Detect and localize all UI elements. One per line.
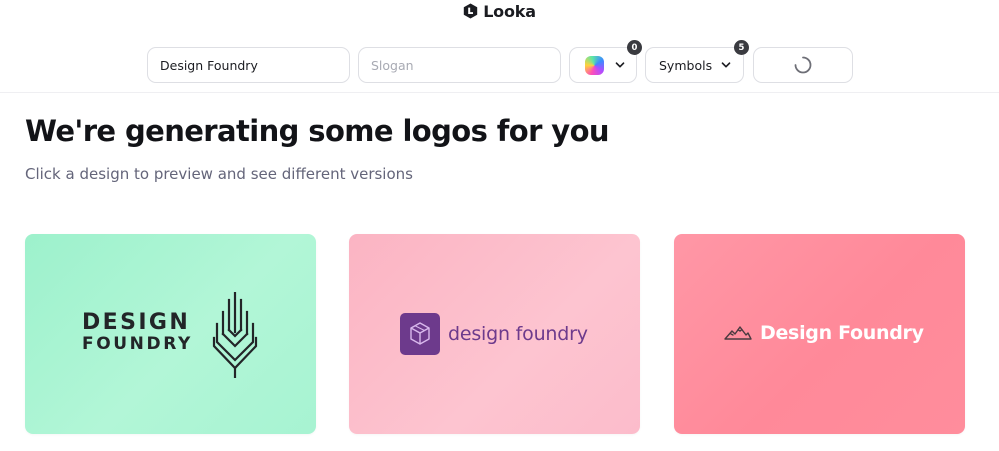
- color-count-badge: 0: [627, 40, 642, 55]
- company-name-input[interactable]: [160, 57, 337, 73]
- chevron-down-icon: [721, 62, 731, 68]
- hexagon-cube-badge-icon: [400, 313, 440, 355]
- looka-logo-icon: [463, 3, 478, 19]
- logo-name-line-1: DESIGN: [82, 310, 191, 335]
- logo-card[interactable]: DESIGN FOUNDRY: [25, 234, 316, 434]
- logo-design: Design Foundry: [724, 320, 924, 346]
- symbols-selector[interactable]: Symbols: [645, 47, 744, 83]
- logo-name-line-2: FOUNDRY: [82, 334, 193, 354]
- loading-spinner-icon: [794, 56, 812, 74]
- symbols-count-badge: 5: [734, 40, 749, 55]
- mountain-range-icon: [724, 326, 752, 340]
- logo-card[interactable]: design foundry: [349, 234, 640, 434]
- brand-name: Looka: [483, 1, 536, 21]
- logo-wordmark: DESIGN FOUNDRY: [82, 312, 193, 353]
- color-palette-swatch: [585, 55, 604, 75]
- generate-button[interactable]: [753, 47, 853, 83]
- logo-wordmark: design foundry: [448, 323, 588, 345]
- slogan-input[interactable]: [371, 57, 548, 73]
- company-name-field[interactable]: [147, 47, 350, 83]
- symbols-label: Symbols: [659, 57, 713, 73]
- logo-design: DESIGN FOUNDRY: [82, 292, 262, 378]
- logo-wordmark: Design Foundry: [760, 322, 924, 344]
- brand[interactable]: Looka: [0, 0, 999, 22]
- chevron-down-icon: [615, 62, 625, 68]
- logo-card[interactable]: Design Foundry: [674, 234, 965, 434]
- page-subtitle: Click a design to preview and see differ…: [25, 165, 413, 183]
- wheat-stalk-icon: [212, 292, 258, 378]
- logo-options-toolbar: 0 Symbols 5: [0, 40, 999, 83]
- header-divider: [0, 92, 999, 93]
- logo-design: design foundry: [400, 313, 588, 355]
- page-title: We're generating some logos for you: [25, 114, 610, 148]
- color-selector[interactable]: [569, 47, 637, 83]
- slogan-field[interactable]: [358, 47, 561, 83]
